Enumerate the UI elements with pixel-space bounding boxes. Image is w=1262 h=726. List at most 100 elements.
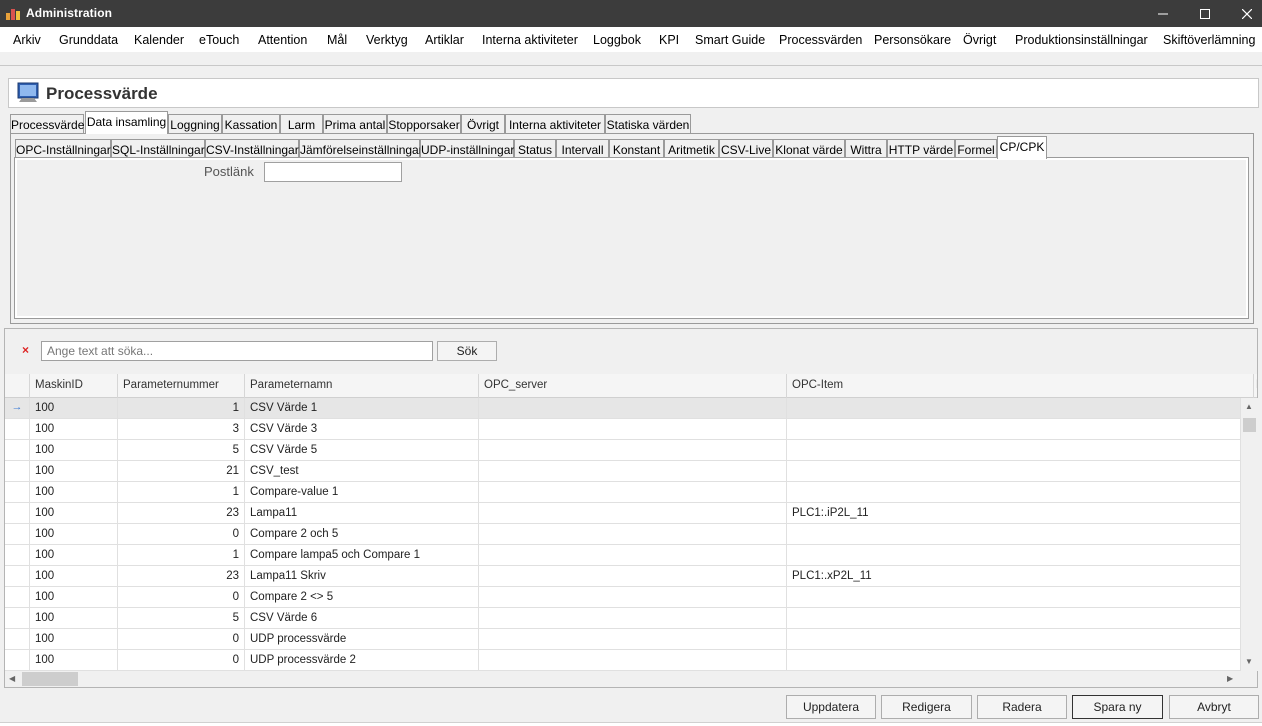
- menu-produktionsinstallningar[interactable]: Produktionsinställningar: [1015, 33, 1148, 47]
- cell-opc-server[interactable]: [479, 398, 787, 419]
- menu-skiftoverlamning[interactable]: Skiftöverlämning: [1163, 33, 1255, 47]
- tab-kassation[interactable]: Kassation: [222, 114, 280, 134]
- scroll-up-arrow-icon[interactable]: ▲: [1245, 402, 1253, 411]
- row-indicator[interactable]: [5, 524, 30, 545]
- row-indicator[interactable]: [5, 461, 30, 482]
- col-parameternamn[interactable]: Parameternamn: [245, 374, 479, 398]
- subtab-wittra[interactable]: Wittra: [845, 139, 887, 159]
- cell-opc-item[interactable]: [787, 587, 1241, 608]
- cell-parameternamn[interactable]: CSV Värde 3: [245, 419, 479, 440]
- cell-parameternummer[interactable]: 5: [118, 440, 245, 461]
- cell-maskinid[interactable]: 100: [30, 440, 118, 461]
- subtab-cp-cpk[interactable]: CP/CPK: [997, 136, 1047, 159]
- subtab-intervall[interactable]: Intervall: [556, 139, 609, 159]
- cell-parameternummer[interactable]: 0: [118, 650, 245, 671]
- scroll-left-arrow-icon[interactable]: ◀: [9, 674, 15, 683]
- vertical-scroll-thumb[interactable]: [1243, 418, 1256, 432]
- table-row[interactable]: 100 5 CSV Värde 6: [5, 608, 1241, 629]
- menu-etouch[interactable]: eTouch: [199, 33, 239, 47]
- menu-mal[interactable]: Mål: [327, 33, 347, 47]
- subtab-udp[interactable]: UDP-inställningar: [420, 139, 514, 159]
- cell-parameternamn[interactable]: CSV Värde 6: [245, 608, 479, 629]
- cell-parameternamn[interactable]: Compare lampa5 och Compare 1: [245, 545, 479, 566]
- cell-opc-server[interactable]: [479, 440, 787, 461]
- menu-ovrigt[interactable]: Övrigt: [963, 33, 996, 47]
- cell-opc-item[interactable]: [787, 524, 1241, 545]
- table-row[interactable]: 100 1 Compare lampa5 och Compare 1: [5, 545, 1241, 566]
- cell-opc-item[interactable]: [787, 440, 1241, 461]
- postlank-input[interactable]: [264, 162, 402, 182]
- cell-opc-item[interactable]: PLC1:.xP2L_11: [787, 566, 1241, 587]
- cell-parameternummer[interactable]: 5: [118, 608, 245, 629]
- cell-opc-item[interactable]: PLC1:.iP2L_11: [787, 503, 1241, 524]
- table-row[interactable]: 100 23 Lampa11 Skriv PLC1:.xP2L_11: [5, 566, 1241, 587]
- clear-search-icon[interactable]: ×: [22, 343, 29, 357]
- cell-parameternummer[interactable]: 21: [118, 461, 245, 482]
- menu-grunddata[interactable]: Grunddata: [59, 33, 118, 47]
- cell-parameternamn[interactable]: Compare 2 och 5: [245, 524, 479, 545]
- cell-opc-item[interactable]: [787, 398, 1241, 419]
- scroll-down-arrow-icon[interactable]: ▼: [1245, 657, 1253, 666]
- row-indicator[interactable]: [5, 419, 30, 440]
- menu-loggbok[interactable]: Loggbok: [593, 33, 641, 47]
- cell-opc-server[interactable]: [479, 650, 787, 671]
- table-row[interactable]: 100 0 UDP processvärde 2: [5, 650, 1241, 671]
- search-button[interactable]: Sök: [437, 341, 497, 361]
- tab-larm[interactable]: Larm: [280, 114, 323, 134]
- subtab-opc[interactable]: OPC-Inställningar: [15, 139, 111, 159]
- cell-opc-server[interactable]: [479, 503, 787, 524]
- table-row[interactable]: 100 5 CSV Värde 5: [5, 440, 1241, 461]
- cell-opc-server[interactable]: [479, 629, 787, 650]
- cell-parameternummer[interactable]: 3: [118, 419, 245, 440]
- cell-parameternummer[interactable]: 1: [118, 398, 245, 419]
- table-row[interactable]: 100 23 Lampa11 PLC1:.iP2L_11: [5, 503, 1241, 524]
- tab-loggning[interactable]: Loggning: [168, 114, 222, 134]
- row-indicator[interactable]: [5, 629, 30, 650]
- tab-stopporsaker[interactable]: Stopporsaker: [387, 114, 461, 134]
- menu-kalender[interactable]: Kalender: [134, 33, 184, 47]
- cell-opc-server[interactable]: [479, 566, 787, 587]
- cell-opc-item[interactable]: [787, 419, 1241, 440]
- row-indicator[interactable]: [5, 566, 30, 587]
- subtab-konstant[interactable]: Konstant: [609, 139, 664, 159]
- cell-opc-server[interactable]: [479, 608, 787, 629]
- edit-button[interactable]: Redigera: [881, 695, 972, 719]
- cell-maskinid[interactable]: 100: [30, 398, 118, 419]
- scroll-right-arrow-icon[interactable]: ▶: [1227, 674, 1233, 683]
- cell-maskinid[interactable]: 100: [30, 629, 118, 650]
- cell-opc-item[interactable]: [787, 461, 1241, 482]
- cell-maskinid[interactable]: 100: [30, 524, 118, 545]
- cell-parameternamn[interactable]: Lampa11 Skriv: [245, 566, 479, 587]
- cell-opc-item[interactable]: [787, 650, 1241, 671]
- cell-opc-server[interactable]: [479, 587, 787, 608]
- table-row[interactable]: 100 0 Compare 2 <> 5: [5, 587, 1241, 608]
- cell-opc-item[interactable]: [787, 545, 1241, 566]
- cell-opc-server[interactable]: [479, 419, 787, 440]
- table-row[interactable]: 100 1 Compare-value 1: [5, 482, 1241, 503]
- cell-maskinid[interactable]: 100: [30, 545, 118, 566]
- table-row[interactable]: → 100 1 CSV Värde 1: [5, 398, 1241, 419]
- cell-parameternummer[interactable]: 0: [118, 629, 245, 650]
- grid-vertical-scrollbar[interactable]: ▲ ▼: [1241, 398, 1258, 671]
- subtab-aritmetik[interactable]: Aritmetik: [664, 139, 719, 159]
- subtab-klonat-varde[interactable]: Klonat värde: [773, 139, 845, 159]
- menu-smart-guide[interactable]: Smart Guide: [695, 33, 765, 47]
- cell-opc-server[interactable]: [479, 524, 787, 545]
- row-indicator[interactable]: [5, 650, 30, 671]
- cancel-button[interactable]: Avbryt: [1169, 695, 1259, 719]
- row-indicator[interactable]: [5, 545, 30, 566]
- table-row[interactable]: 100 21 CSV_test: [5, 461, 1241, 482]
- cell-maskinid[interactable]: 100: [30, 650, 118, 671]
- cell-parameternamn[interactable]: Compare-value 1: [245, 482, 479, 503]
- tab-statiska-varden[interactable]: Statiska värden: [605, 114, 691, 134]
- col-opc-item[interactable]: OPC-Item: [787, 374, 1254, 398]
- cell-opc-item[interactable]: [787, 608, 1241, 629]
- cell-parameternummer[interactable]: 23: [118, 566, 245, 587]
- menu-arkiv[interactable]: Arkiv: [13, 33, 41, 47]
- table-row[interactable]: 100 3 CSV Värde 3: [5, 419, 1241, 440]
- row-indicator[interactable]: [5, 482, 30, 503]
- cell-parameternummer[interactable]: 23: [118, 503, 245, 524]
- subtab-formel[interactable]: Formel: [955, 139, 997, 159]
- cell-opc-server[interactable]: [479, 545, 787, 566]
- cell-opc-server[interactable]: [479, 461, 787, 482]
